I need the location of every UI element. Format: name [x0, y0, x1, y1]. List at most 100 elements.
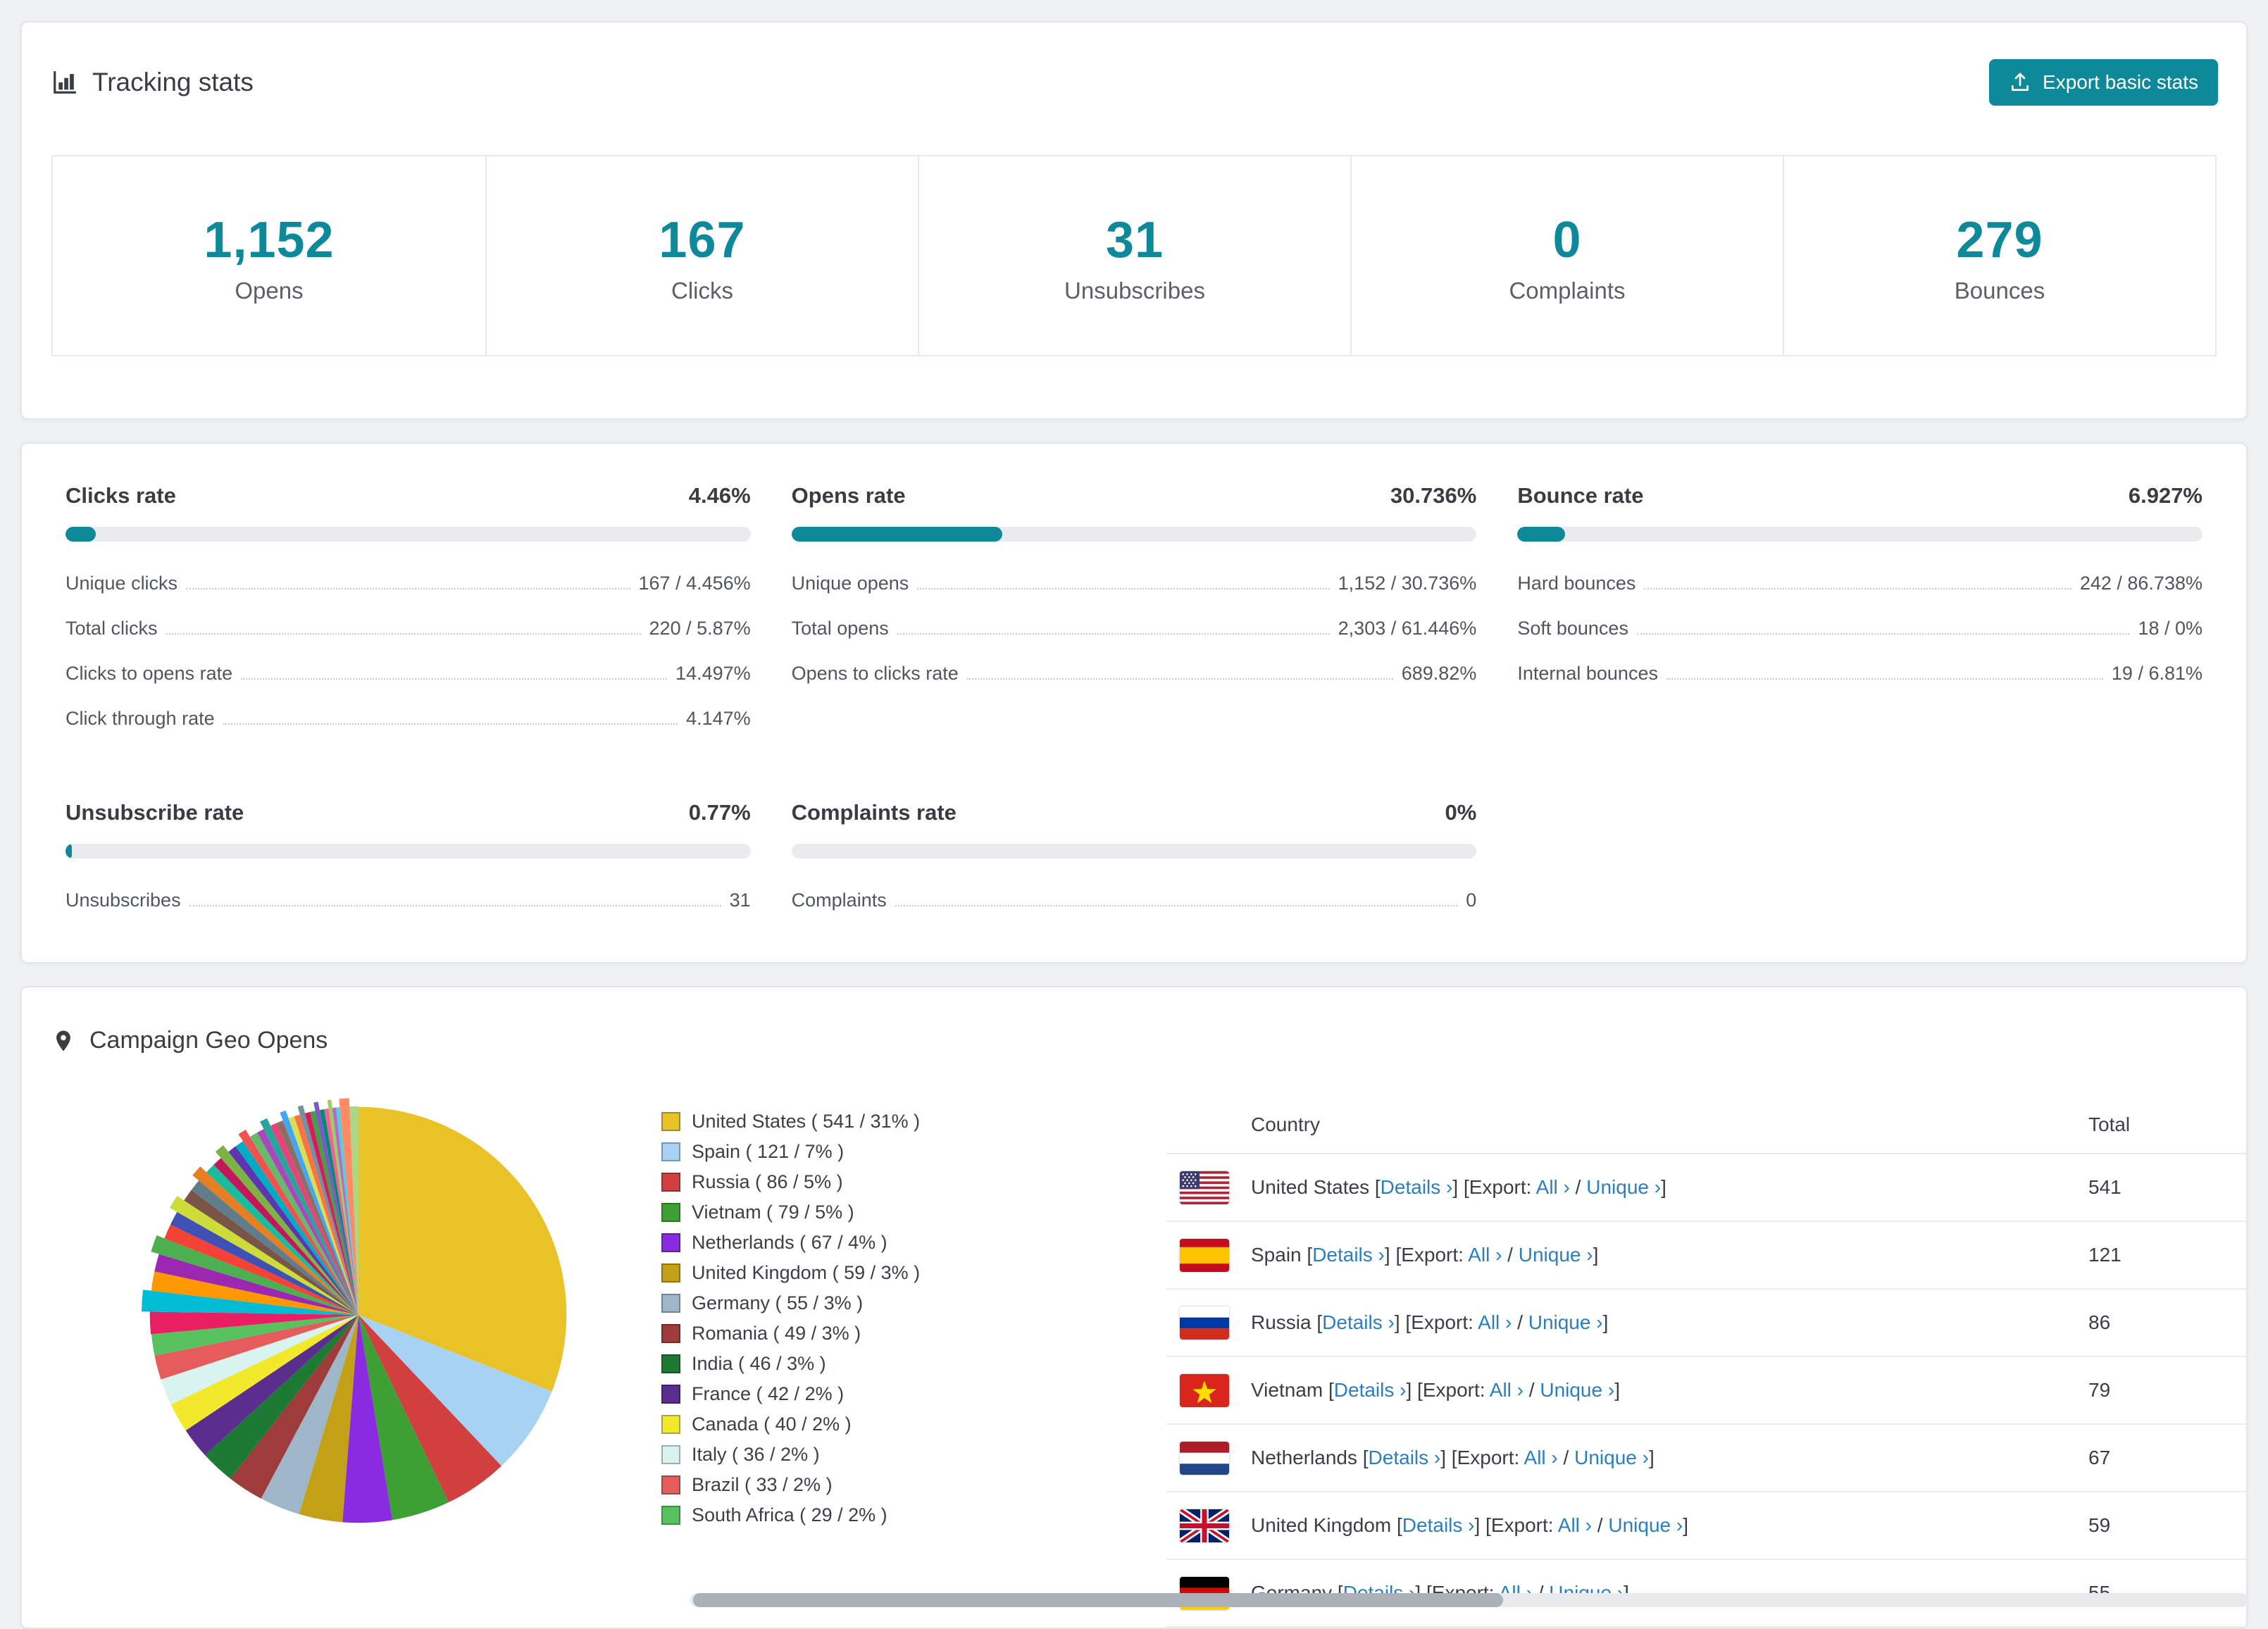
stat-cell: 1,152 Opens: [53, 156, 485, 355]
bracket-open: [: [1301, 1244, 1313, 1266]
geo-table-row: Vietnam [Details ›] [Export: All › / Uni…: [1166, 1357, 2246, 1425]
stat-value: 279: [1956, 212, 2043, 268]
export-all-link[interactable]: All ›: [1478, 1311, 1512, 1333]
stat-label: Complaints: [1509, 277, 1626, 304]
geo-opens-header: Campaign Geo Opens: [22, 987, 2246, 1054]
rate-row-label: Internal bounces: [1517, 663, 1658, 684]
rate-row-value: 14.497%: [675, 663, 751, 684]
export-all-link[interactable]: All ›: [1536, 1176, 1570, 1198]
geo-opens-pie-chart[interactable]: [140, 1097, 577, 1533]
rate-row-value: 689.82%: [1401, 663, 1477, 684]
total-cell: 79: [2088, 1379, 2111, 1401]
country-name: Spain: [1251, 1244, 1302, 1266]
bracket-close: ]: [1648, 1447, 1655, 1468]
legend-swatch-icon: [661, 1112, 680, 1131]
geo-table-header: Country Total: [1166, 1097, 2246, 1154]
export-unique-link[interactable]: Unique ›: [1586, 1176, 1661, 1198]
rate-row: Clicks to opens rate 14.497%: [66, 663, 751, 685]
export-all-link[interactable]: All ›: [1468, 1244, 1502, 1266]
legend-item[interactable]: Vietnam ( 79 / 5% ): [661, 1197, 920, 1228]
rate-rows: Unique clicks 167 / 4.456% Total clicks …: [66, 573, 751, 730]
export-all-link[interactable]: All ›: [1524, 1447, 1558, 1468]
bracket-close: ]: [1683, 1514, 1688, 1536]
rate-value: 4.46%: [688, 483, 751, 508]
flag-gb-icon: [1180, 1509, 1229, 1542]
dotted-leader: [895, 905, 1458, 906]
flag-es-icon: [1180, 1238, 1229, 1272]
rate-title: Bounce rate: [1517, 483, 1644, 508]
tracking-stats-title-text: Tracking stats: [92, 68, 254, 96]
stat-label: Clicks: [671, 277, 733, 304]
map-pin-icon: [56, 1030, 70, 1051]
rate-row: Unique opens 1,152 / 30.736%: [792, 573, 1477, 594]
rate-section: Complaints rate 0% Complaints 0: [791, 800, 1477, 911]
rate-row-value: 19 / 6.81%: [2111, 663, 2202, 684]
legend-item[interactable]: Canada ( 40 / 2% ): [661, 1409, 920, 1440]
legend-item[interactable]: Brazil ( 33 / 2% ): [661, 1470, 920, 1500]
slash-separator: /: [1512, 1311, 1528, 1333]
rate-value: 30.736%: [1390, 483, 1477, 508]
bracket-close: ]: [1661, 1176, 1666, 1198]
rate-row: Hard bounces 242 / 86.738%: [1517, 573, 2202, 594]
legend-item[interactable]: Netherlands ( 67 / 4% ): [661, 1228, 920, 1258]
export-unique-link[interactable]: Unique ›: [1574, 1447, 1649, 1468]
details-link[interactable]: Details ›: [1369, 1447, 1441, 1468]
legend-item[interactable]: Russia ( 86 / 5% ): [661, 1167, 920, 1197]
export-unique-link[interactable]: Unique ›: [1540, 1379, 1614, 1401]
rate-progress-fill: [791, 527, 1002, 542]
export-unique-link[interactable]: Unique ›: [1528, 1311, 1603, 1333]
export-all-link[interactable]: All ›: [1558, 1514, 1592, 1536]
legend-item[interactable]: India ( 46 / 3% ): [661, 1349, 920, 1379]
stat-label: Bounces: [1954, 277, 2045, 304]
rate-value: 6.927%: [2128, 483, 2202, 508]
rate-row: Complaints 0: [792, 890, 1477, 911]
legend-label: Brazil ( 33 / 2% ): [692, 1474, 833, 1495]
horizontal-scrollbar-thumb[interactable]: [693, 1593, 1503, 1607]
export-word: Export:: [1457, 1447, 1524, 1468]
bracket-mid: ] [: [1394, 1311, 1412, 1333]
rate-section: Clicks rate 4.46% Unique clicks 167 / 4.…: [66, 483, 751, 730]
export-all-link[interactable]: All ›: [1490, 1379, 1524, 1401]
bracket-open: [: [1311, 1311, 1323, 1333]
legend-item[interactable]: Italy ( 36 / 2% ): [661, 1440, 920, 1470]
legend-item[interactable]: Germany ( 55 / 3% ): [661, 1288, 920, 1318]
tracking-stats-card: Tracking stats Export basic stats 1,152 …: [20, 21, 2248, 420]
rate-row-value: 18 / 0%: [2138, 618, 2202, 639]
details-link[interactable]: Details ›: [1312, 1244, 1385, 1266]
legend-item[interactable]: United Kingdom ( 59 / 3% ): [661, 1258, 920, 1288]
legend-item[interactable]: France ( 42 / 2% ): [661, 1379, 920, 1409]
details-link[interactable]: Details ›: [1381, 1176, 1453, 1198]
bracket-open: [: [1357, 1447, 1369, 1468]
geo-content: United States ( 541 / 31% ) Spain ( 121 …: [22, 1097, 2246, 1628]
horizontal-scrollbar-track[interactable]: [690, 1593, 2248, 1607]
total-cell: 121: [2088, 1244, 2121, 1266]
legend-item[interactable]: South Africa ( 29 / 2% ): [661, 1500, 920, 1530]
legend-item[interactable]: United States ( 541 / 31% ): [661, 1106, 920, 1137]
details-link[interactable]: Details ›: [1402, 1514, 1475, 1536]
legend-item[interactable]: Romania ( 49 / 3% ): [661, 1318, 920, 1349]
dotted-leader: [189, 905, 721, 906]
geo-table-row: Russia [Details ›] [Export: All › / Uniq…: [1166, 1290, 2246, 1357]
bracket-mid: ] [: [1452, 1176, 1469, 1198]
export-unique-link[interactable]: Unique ›: [1608, 1514, 1683, 1536]
export-unique-link[interactable]: Unique ›: [1519, 1244, 1593, 1266]
export-basic-stats-button[interactable]: Export basic stats: [1989, 59, 2218, 106]
country-name: Vietnam: [1251, 1379, 1323, 1401]
bracket-mid: ] [: [1406, 1379, 1423, 1401]
details-link[interactable]: Details ›: [1334, 1379, 1407, 1401]
country-column-header: Country: [1251, 1113, 1321, 1135]
details-link[interactable]: Details ›: [1322, 1311, 1395, 1333]
geo-table-row: Netherlands [Details ›] [Export: All › /…: [1166, 1425, 2246, 1492]
geo-table-row: United States [Details ›] [Export: All ›…: [1166, 1154, 2246, 1222]
rate-row: Unsubscribes 31: [66, 890, 751, 911]
legend-item[interactable]: Spain ( 121 / 7% ): [661, 1137, 920, 1167]
rate-row-label: Complaints: [791, 890, 887, 911]
rate-value: 0.77%: [688, 800, 751, 825]
rate-row: Total clicks 220 / 5.87%: [66, 618, 751, 639]
rate-row-label: Unsubscribes: [66, 890, 181, 911]
rate-rows: Complaints 0: [792, 890, 1477, 911]
geo-table-row: United Kingdom [Details ›] [Export: All …: [1166, 1492, 2246, 1560]
rate-title: Unsubscribe rate: [66, 800, 244, 825]
rate-row-label: Clicks to opens rate: [66, 663, 233, 684]
rate-section: Unsubscribe rate 0.77% Unsubscribes 31: [66, 800, 751, 911]
